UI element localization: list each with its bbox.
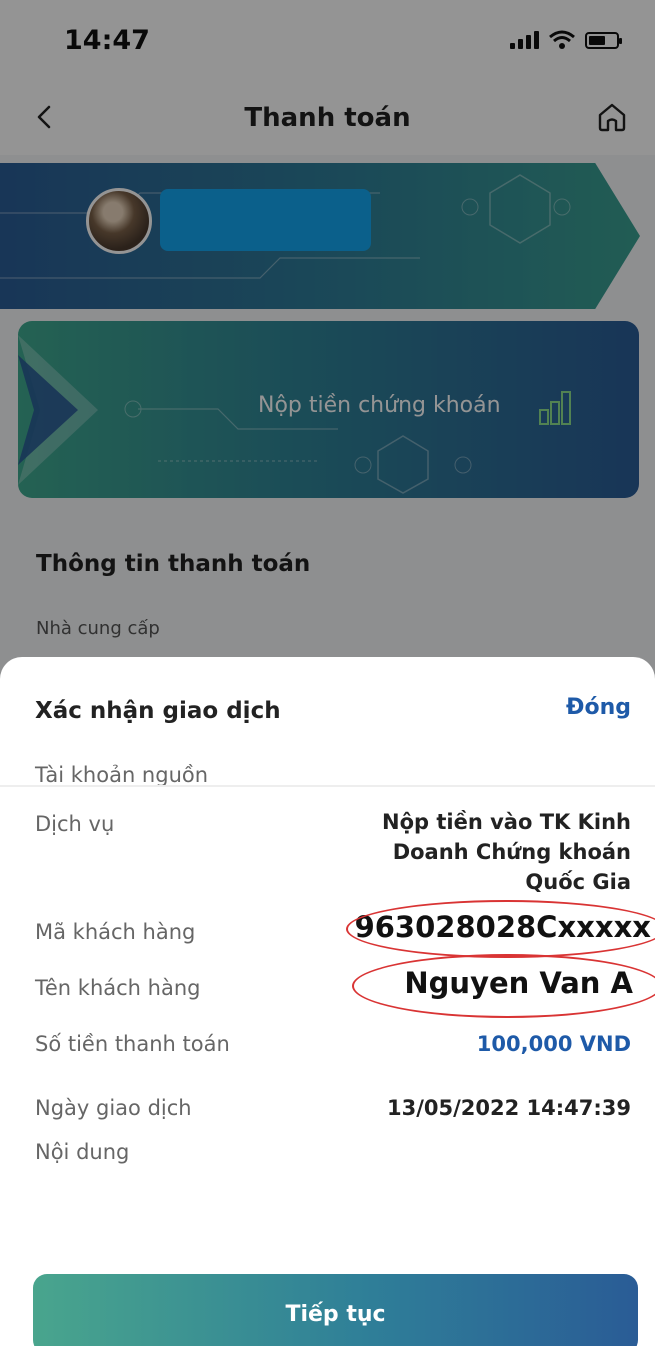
customer-code-highlight-ring — [346, 900, 655, 958]
customer-code-label: Mã khách hàng — [35, 920, 196, 944]
amount-label: Số tiền thanh toán — [35, 1032, 230, 1056]
divider — [0, 785, 655, 787]
close-button[interactable]: Đóng — [566, 695, 631, 720]
customer-name-label: Tên khách hàng — [35, 976, 201, 1000]
customer-name-highlight-ring — [352, 954, 655, 1018]
sheet-title: Xác nhận giao dịch — [35, 698, 281, 724]
transaction-date-value: 13/05/2022 14:47:39 — [386, 1096, 631, 1120]
source-account-label: Tài khoản nguồn — [35, 763, 209, 787]
confirm-sheet: Xác nhận giao dịch Đóng Tài khoản nguồn … — [0, 657, 655, 1346]
amount-value: 100,000 VND — [476, 1032, 631, 1056]
transaction-date-label: Ngày giao dịch — [35, 1096, 192, 1120]
content-label: Nội dung — [35, 1140, 130, 1164]
continue-button[interactable]: Tiếp tục — [33, 1274, 638, 1346]
service-label: Dịch vụ — [35, 812, 115, 836]
service-value: Nộp tiền vào TK Kinh Doanh Chứng khoán Q… — [382, 810, 631, 894]
